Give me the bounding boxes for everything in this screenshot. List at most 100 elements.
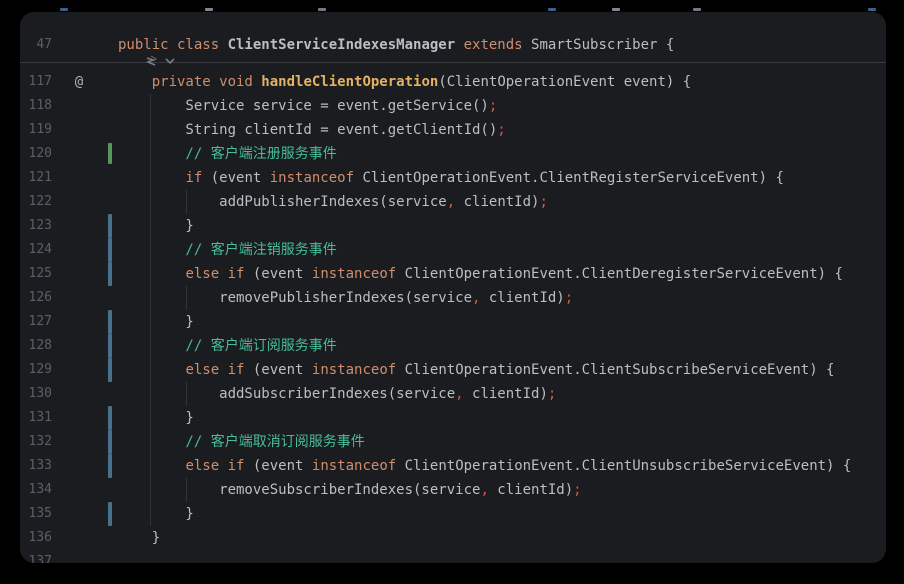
line-number[interactable]: 118: [20, 94, 64, 118]
code-line[interactable]: 122 addPublisherIndexes(service, clientI…: [20, 190, 886, 214]
modified-change-marker[interactable]: [108, 334, 112, 358]
line-number[interactable]: 126: [20, 286, 64, 310]
code-text: else if (event instanceof ClientOperatio…: [118, 358, 834, 382]
gutter: [64, 454, 94, 478]
modified-change-marker[interactable]: [108, 502, 112, 526]
modified-change-marker[interactable]: [108, 406, 112, 430]
line-number[interactable]: 125: [20, 262, 64, 286]
code-line[interactable]: 132 // 客户端取消订阅服务事件: [20, 430, 886, 454]
line-number[interactable]: 136: [20, 526, 64, 550]
line-number[interactable]: 131: [20, 406, 64, 430]
gutter: [64, 526, 94, 550]
code-text: else if (event instanceof ClientOperatio…: [118, 262, 843, 286]
intention-widget-icon[interactable]: [144, 54, 178, 68]
code-text: else if (event instanceof ClientOperatio…: [118, 454, 851, 478]
modified-change-marker[interactable]: [108, 310, 112, 334]
annotation-gutter-icon[interactable]: @: [64, 70, 94, 94]
code-text: }: [118, 526, 160, 550]
code-line[interactable]: 125 else if (event instanceof ClientOper…: [20, 262, 886, 286]
code-line[interactable]: 119 String clientId = event.getClientId(…: [20, 118, 886, 142]
code-line[interactable]: 135 }: [20, 502, 886, 526]
line-number[interactable]: 133: [20, 454, 64, 478]
code-text: }: [118, 502, 194, 526]
code-area[interactable]: 117@ private void handleClientOperation(…: [20, 70, 886, 563]
line-number[interactable]: 134: [20, 478, 64, 502]
gutter: [64, 214, 94, 238]
added-change-marker[interactable]: [108, 143, 112, 164]
gutter: [64, 502, 94, 526]
gutter: [64, 358, 94, 382]
code-text: // 客户端注销服务事件: [118, 238, 337, 262]
top-speck: [60, 8, 68, 11]
code-text: private void handleClientOperation(Clien…: [118, 70, 691, 94]
top-speck: [205, 8, 213, 11]
code-line[interactable]: 121 if (event instanceof ClientOperation…: [20, 166, 886, 190]
line-number[interactable]: 135: [20, 502, 64, 526]
modified-change-marker[interactable]: [108, 358, 112, 382]
code-text: // 客户端取消订阅服务事件: [118, 430, 365, 454]
code-line[interactable]: 117@ private void handleClientOperation(…: [20, 70, 886, 94]
gutter: [64, 238, 94, 262]
code-text: // 客户端注册服务事件: [118, 142, 337, 166]
modified-change-marker[interactable]: [108, 214, 112, 238]
code-line[interactable]: 126 removePublisherIndexes(service, clie…: [20, 286, 886, 310]
top-speck: [318, 8, 326, 11]
gutter: [64, 550, 94, 563]
line-number[interactable]: 128: [20, 334, 64, 358]
line-number[interactable]: 127: [20, 310, 64, 334]
gutter: [64, 190, 94, 214]
code-text: addSubscriberIndexes(service, clientId);: [118, 382, 556, 406]
line-number[interactable]: 123: [20, 214, 64, 238]
top-speck: [548, 8, 556, 11]
code-text: // 客户端订阅服务事件: [118, 334, 337, 358]
gutter: [64, 430, 94, 454]
code-text: removePublisherIndexes(service, clientId…: [118, 286, 573, 310]
code-text: addPublisherIndexes(service, clientId);: [118, 190, 548, 214]
code-text: public class ClientServiceIndexesManager…: [118, 28, 674, 62]
code-text: Service service = event.getService();: [118, 94, 497, 118]
code-text: if (event instanceof ClientOperationEven…: [118, 166, 784, 190]
editor-window: 47 public class ClientServiceIndexesManag…: [20, 12, 886, 563]
gutter: [64, 94, 94, 118]
line-number[interactable]: 129: [20, 358, 64, 382]
gutter: [64, 478, 94, 502]
line-number[interactable]: 130: [20, 382, 64, 406]
code-line[interactable]: 131 }: [20, 406, 886, 430]
code-text: removeSubscriberIndexes(service, clientI…: [118, 478, 582, 502]
screen: 47 public class ClientServiceIndexesManag…: [0, 0, 904, 584]
code-line[interactable]: 123 }: [20, 214, 886, 238]
gutter: [64, 262, 94, 286]
line-number[interactable]: 119: [20, 118, 64, 142]
line-number[interactable]: 132: [20, 430, 64, 454]
code-line[interactable]: 120 // 客户端注册服务事件: [20, 142, 886, 166]
line-number[interactable]: 122: [20, 190, 64, 214]
gutter: [64, 406, 94, 430]
code-text: }: [118, 310, 194, 334]
code-line[interactable]: 128 // 客户端订阅服务事件: [20, 334, 886, 358]
code-line[interactable]: 133 else if (event instanceof ClientOper…: [20, 454, 886, 478]
code-line[interactable]: 127 }: [20, 310, 886, 334]
code-text: String clientId = event.getClientId();: [118, 118, 506, 142]
code-line[interactable]: 129 else if (event instanceof ClientOper…: [20, 358, 886, 382]
top-speck: [868, 8, 876, 11]
code-line[interactable]: 118 Service service = event.getService()…: [20, 94, 886, 118]
line-number[interactable]: 137: [20, 550, 64, 563]
line-number[interactable]: 117: [20, 70, 64, 94]
modified-change-marker[interactable]: [108, 262, 112, 286]
line-number[interactable]: 47: [20, 28, 64, 62]
code-line[interactable]: 137: [20, 550, 886, 563]
gutter: [64, 142, 94, 166]
line-number[interactable]: 120: [20, 142, 64, 166]
gutter: [64, 118, 94, 142]
top-speck: [612, 8, 620, 11]
code-line[interactable]: 134 removeSubscriberIndexes(service, cli…: [20, 478, 886, 502]
top-speck: [693, 8, 701, 11]
line-number[interactable]: 124: [20, 238, 64, 262]
code-line[interactable]: 130 addSubscriberIndexes(service, client…: [20, 382, 886, 406]
modified-change-marker[interactable]: [108, 238, 112, 262]
line-number[interactable]: 121: [20, 166, 64, 190]
code-line[interactable]: 136 }: [20, 526, 886, 550]
modified-change-marker[interactable]: [108, 454, 112, 478]
modified-change-marker[interactable]: [108, 430, 112, 454]
code-line[interactable]: 124 // 客户端注销服务事件: [20, 238, 886, 262]
